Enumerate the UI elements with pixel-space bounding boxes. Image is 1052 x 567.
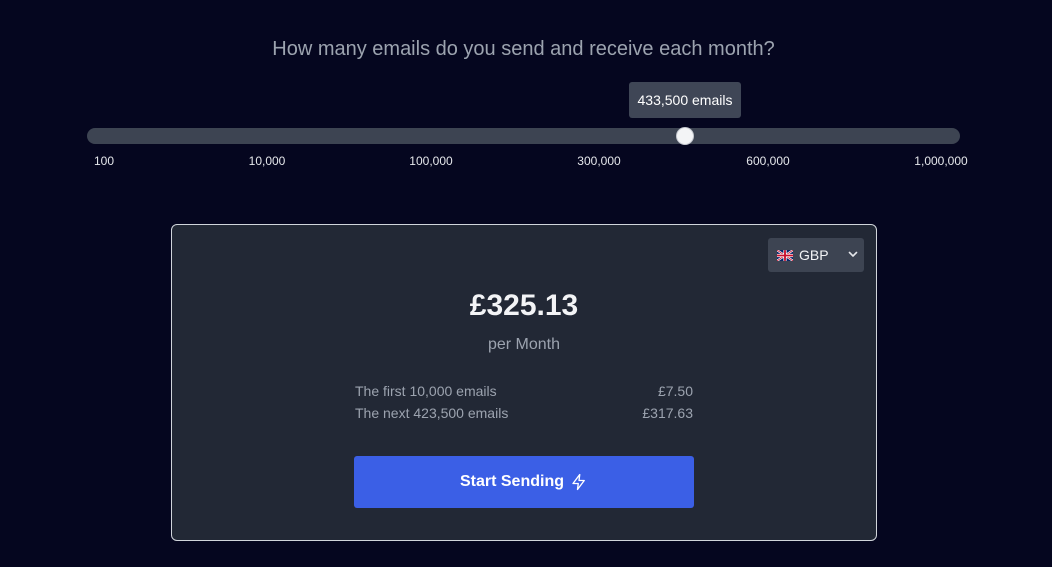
email-volume-slider-thumb[interactable] [676, 127, 694, 145]
chevron-down-icon [848, 251, 858, 257]
breakdown-label: The first 10,000 emails [355, 383, 497, 399]
pricing-card: GBP £325.13 per Month The first 10,000 e… [171, 224, 877, 541]
start-sending-label: Start Sending [459, 473, 564, 490]
breakdown-label: The next 423,500 emails [355, 405, 509, 421]
start-sending-button[interactable]: Start Sending [354, 456, 694, 508]
price-period: per Month [487, 336, 561, 353]
breakdown-amount: £317.63 [642, 405, 693, 421]
question-heading: How many emails do you send and receive … [272, 38, 775, 60]
slider-value-tooltip: 433,500 emails [629, 82, 741, 118]
breakdown-row: The first 10,000 emails £7.50 [355, 383, 693, 399]
slider-tick-label: 100 [93, 154, 115, 168]
lightning-icon [572, 473, 585, 491]
breakdown-row: The next 423,500 emails £317.63 [355, 405, 693, 421]
monthly-price: £325.13 [469, 289, 579, 322]
slider-tick-label: 10,000 [248, 154, 286, 168]
currency-select[interactable]: GBP [768, 238, 864, 272]
slider-tick-label: 300,000 [577, 154, 621, 168]
currency-code: GBP [799, 247, 829, 263]
email-volume-slider-track[interactable] [87, 128, 960, 144]
slider-tick-label: 600,000 [746, 154, 790, 168]
breakdown-amount: £7.50 [657, 383, 693, 399]
slider-tick-label: 1,000,000 [914, 154, 968, 168]
uk-flag-icon [777, 249, 793, 261]
slider-tick-label: 100,000 [409, 154, 453, 168]
